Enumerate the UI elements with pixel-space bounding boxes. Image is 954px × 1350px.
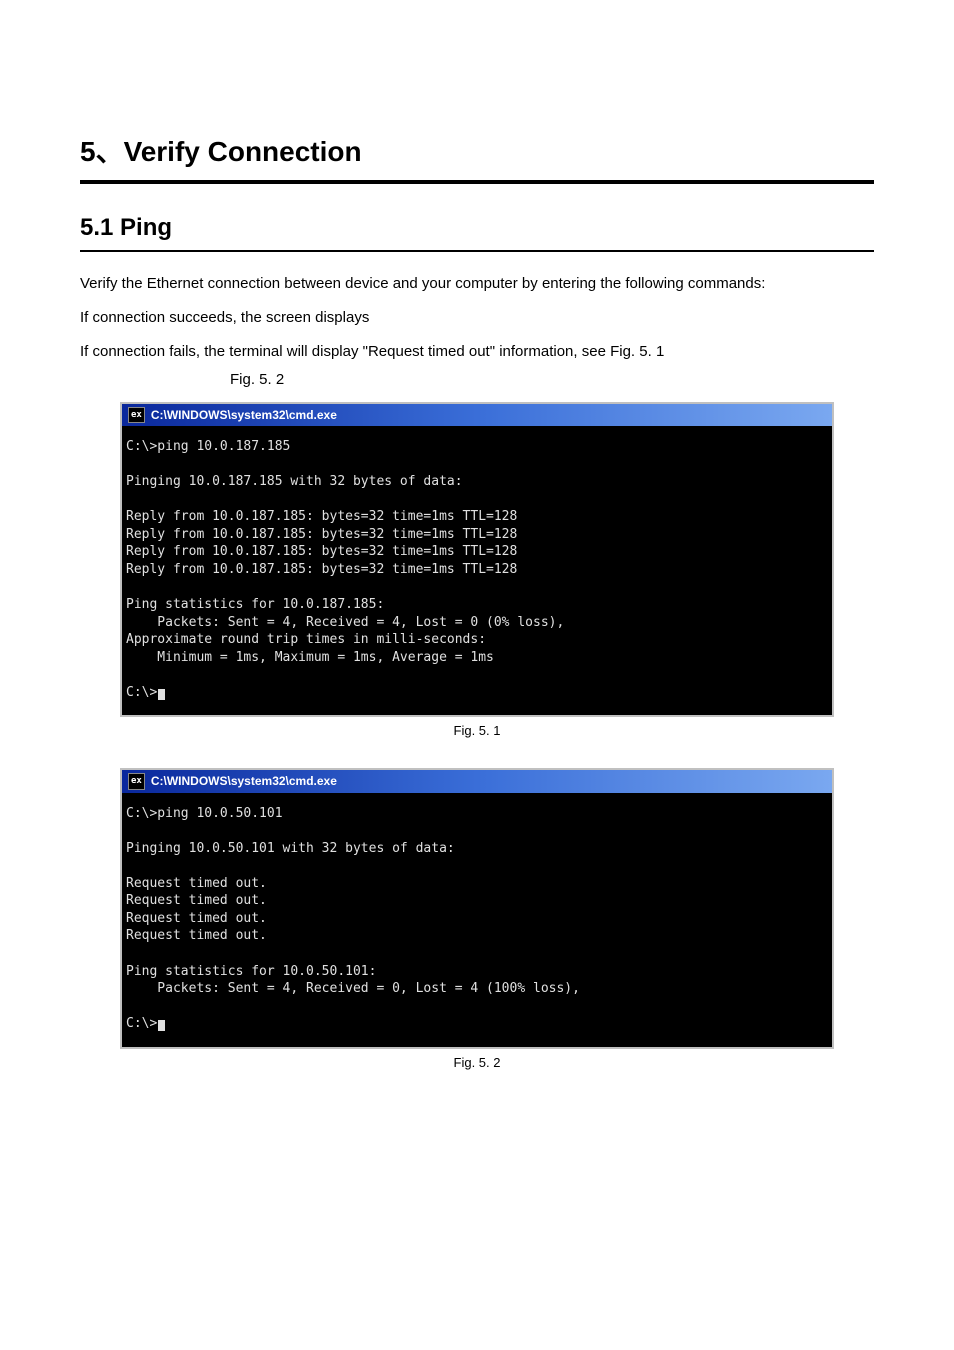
cmd-window-fail: ex C:\WINDOWS\system32\cmd.exe C:\>ping … xyxy=(120,768,834,1048)
section-title: 5.1 Ping xyxy=(80,214,874,242)
page-content: 5、Verify Connection 5.1 Ping Verify the … xyxy=(0,0,954,1130)
cmd-titlebar: ex C:\WINDOWS\system32\cmd.exe xyxy=(122,404,832,426)
text-fragment: If connection fails, the terminal will d… xyxy=(80,343,363,360)
cmd-line: Packets: Sent = 4, Received = 4, Lost = … xyxy=(126,615,564,630)
cmd-line: Request timed out. xyxy=(126,893,267,908)
paragraph-success: If connection succeeds, the screen displ… xyxy=(80,306,874,330)
cmd-line: C:\>ping 10.0.187.185 xyxy=(126,439,290,454)
cmd-line: Packets: Sent = 4, Received = 0, Lost = … xyxy=(126,981,580,996)
cmd-line: Ping statistics for 10.0.50.101: xyxy=(126,964,376,979)
chapter-title: 5、Verify Connection xyxy=(80,130,874,170)
cmd-prompt: C:\> xyxy=(126,1016,157,1031)
fig-ref-52: Fig. 5. 2 xyxy=(230,371,284,388)
cmd-line: Pinging 10.0.50.101 with 32 bytes of dat… xyxy=(126,841,455,856)
cmd-line: Reply from 10.0.187.185: bytes=32 time=1… xyxy=(126,527,517,542)
cmd-line: Approximate round trip times in milli-se… xyxy=(126,632,486,647)
cmd-line: Ping statistics for 10.0.187.185: xyxy=(126,597,384,612)
paragraph-fail: If connection fails, the terminal will d… xyxy=(80,340,874,364)
cmd-title-text: C:\WINDOWS\system32\cmd.exe xyxy=(151,407,337,423)
cmd-line: Request timed out. xyxy=(126,876,267,891)
chapter-rule xyxy=(80,180,874,184)
cursor-icon xyxy=(158,1020,165,1031)
figure-caption-51: Fig. 5. 1 xyxy=(80,723,874,738)
section-rule xyxy=(80,250,874,252)
cmd-line: Reply from 10.0.187.185: bytes=32 time=1… xyxy=(126,509,517,524)
cmd-body: C:\>ping 10.0.187.185 Pinging 10.0.187.1… xyxy=(122,426,832,715)
cmd-line: Reply from 10.0.187.185: bytes=32 time=1… xyxy=(126,562,517,577)
cmd-line: C:\>ping 10.0.50.101 xyxy=(126,806,283,821)
cmd-window-success: ex C:\WINDOWS\system32\cmd.exe C:\>ping … xyxy=(120,402,834,717)
fig-ref-line: Fig. 5. 2 xyxy=(80,368,874,392)
fig-ref-51: Fig. 5. 1 xyxy=(610,343,664,360)
cmd-prompt: C:\> xyxy=(126,685,157,700)
quoted-text: "Request timed out" xyxy=(363,343,495,360)
cmd-icon: ex xyxy=(128,773,145,789)
text-fragment: If connection succeeds, the screen displ… xyxy=(80,309,369,326)
cmd-line: Pinging 10.0.187.185 with 32 bytes of da… xyxy=(126,474,463,489)
cmd-body: C:\>ping 10.0.50.101 Pinging 10.0.50.101… xyxy=(122,793,832,1047)
cmd-icon: ex xyxy=(128,407,145,423)
cmd-titlebar: ex C:\WINDOWS\system32\cmd.exe xyxy=(122,770,832,792)
cursor-icon xyxy=(158,689,165,700)
figure-caption-52: Fig. 5. 2 xyxy=(80,1055,874,1070)
text-fragment: information, see xyxy=(495,343,610,360)
cmd-line: Reply from 10.0.187.185: bytes=32 time=1… xyxy=(126,544,517,559)
paragraph-intro: Verify the Ethernet connection between d… xyxy=(80,272,874,296)
cmd-title-text: C:\WINDOWS\system32\cmd.exe xyxy=(151,773,337,789)
cmd-line: Minimum = 1ms, Maximum = 1ms, Average = … xyxy=(126,650,494,665)
cmd-line: Request timed out. xyxy=(126,928,267,943)
cmd-line: Request timed out. xyxy=(126,911,267,926)
